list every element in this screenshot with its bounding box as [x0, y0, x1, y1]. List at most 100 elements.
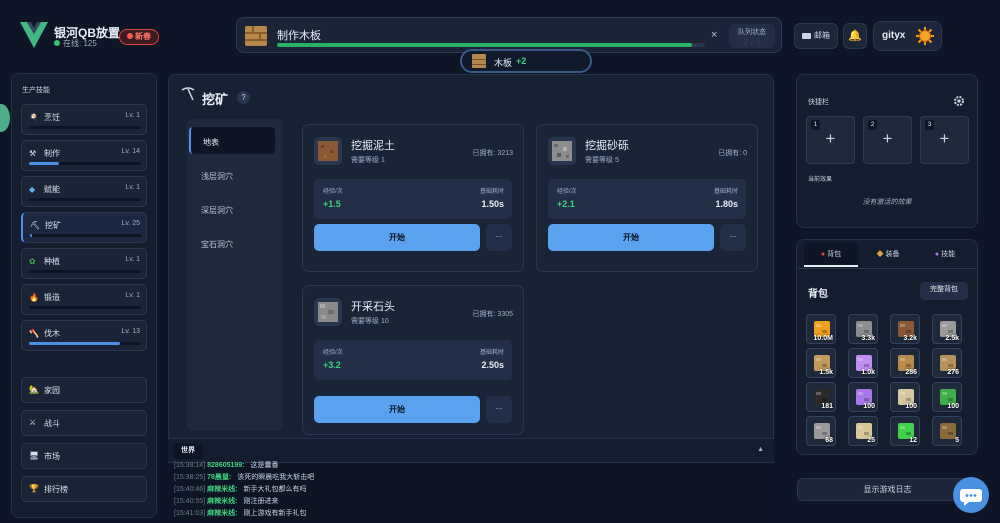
- chat-collapse-icon[interactable]: ▲: [757, 446, 764, 453]
- chat-message: [15:40:46] 麻辣米线: 新手大礼包都么有吗: [174, 484, 306, 494]
- time-label: 基础耗时: [479, 189, 504, 195]
- chat-message: [15:41:03] 麻辣米线: 刚上游戏有新手礼包: [174, 508, 306, 518]
- inventory-slot[interactable]: 2.5k: [932, 314, 962, 344]
- inventory-slot[interactable]: 3.3k: [848, 314, 878, 344]
- nav-label: 家园: [44, 386, 60, 395]
- tab-label: 装备: [885, 251, 900, 258]
- msg-time: [15:40:46]: [174, 486, 206, 493]
- toast-item-qty: +2: [516, 56, 527, 66]
- inventory-slot[interactable]: 3.2k: [890, 314, 920, 344]
- red-dot-icon: [127, 33, 133, 39]
- nav-label: 市场: [44, 452, 60, 461]
- task-close-button[interactable]: ×: [711, 29, 717, 41]
- pickaxe-icon: ⛏: [30, 221, 41, 230]
- area-tab-shallow-cave[interactable]: 浅层洞穴: [189, 161, 275, 188]
- inventory-slot[interactable]: 5: [932, 416, 962, 446]
- more-options-button[interactable]: ...: [720, 224, 746, 251]
- sidebar-item-combat[interactable]: ⚔ 战斗: [21, 410, 147, 436]
- inventory-slot[interactable]: 12: [890, 416, 920, 446]
- area-tab-deep-cave[interactable]: 深层洞穴: [189, 195, 275, 222]
- gem-icon: ◆: [29, 185, 36, 194]
- inventory-slot[interactable]: 276: [932, 348, 962, 378]
- exp-value: +1.5: [323, 199, 341, 209]
- sidebar-item-woodcutting[interactable]: 🪓 伐木 Lv. 13: [21, 320, 147, 351]
- quick-slot-3[interactable]: 3 +: [920, 116, 969, 164]
- area-nav: 地表 浅层洞穴 深层洞穴 宝石洞穴: [187, 119, 283, 431]
- msg-user[interactable]: 828605199:: [207, 462, 244, 469]
- item-quantity: 5: [955, 437, 959, 444]
- tab-equipment[interactable]: ◆ 装备: [861, 243, 915, 267]
- gear-icon[interactable]: [953, 95, 965, 107]
- sidebar-item-farming[interactable]: ✿ 种植 Lv. 1: [21, 248, 147, 279]
- skill-level: Lv. 1: [125, 256, 140, 263]
- full-inventory-button[interactable]: 完整背包: [920, 282, 968, 300]
- tab-label: 技能: [941, 251, 956, 258]
- start-button[interactable]: 开始: [314, 396, 480, 423]
- msg-user[interactable]: 麻辣米线:: [207, 510, 237, 517]
- toast-item-name: 木板: [494, 58, 513, 68]
- sidebar-item-leaderboard[interactable]: 🏆 排行榜: [21, 476, 147, 502]
- inventory-slot[interactable]: 100: [848, 382, 878, 412]
- sidebar-item-smithing[interactable]: 🔥 锻造 Lv. 1: [21, 284, 147, 315]
- queue-status[interactable]: 队列状态 2 / 5: [729, 24, 775, 48]
- quick-slot-1[interactable]: 1 +: [806, 116, 855, 164]
- gravel-icon: [548, 137, 576, 165]
- show-game-log-button[interactable]: 显示游戏日志: [797, 478, 978, 501]
- floating-assistant-handle[interactable]: [0, 104, 10, 132]
- online-label: 在线: 125: [63, 39, 97, 48]
- new-season-label: 新春: [135, 32, 151, 41]
- exp-value: +3.2: [323, 360, 341, 370]
- more-options-button[interactable]: ...: [486, 224, 512, 251]
- skill-label: 锻造: [44, 293, 60, 302]
- user-menu-button[interactable]: gityx: [873, 21, 942, 51]
- quick-slot-2[interactable]: 2 +: [863, 116, 912, 164]
- start-button[interactable]: 开始: [314, 224, 480, 251]
- sidebar-title: 生产技能: [22, 87, 50, 94]
- action-card-dig-dirt: 挖掘泥土 需要等级 1 已拥有: 3213 经验/次 +1.5 基础耗时 1.5…: [302, 124, 524, 272]
- help-button[interactable]: ?: [237, 91, 250, 104]
- inventory-panel: ● 背包 ◆ 装备 ● 技能 背包 完整背包 10.0M 3.3k 3.2k 2.5k…: [796, 239, 978, 455]
- mail-label: 邮箱: [814, 31, 830, 40]
- item-quantity: 2.5k: [945, 335, 959, 342]
- inventory-slot[interactable]: 68: [806, 416, 836, 446]
- area-tab-gem-cave[interactable]: 宝石洞穴: [189, 229, 275, 256]
- inventory-slot[interactable]: 286: [890, 348, 920, 378]
- msg-user[interactable]: 麻辣米线:: [207, 486, 237, 493]
- skill-progress-bar: [29, 162, 141, 165]
- mail-button[interactable]: 邮箱: [794, 23, 838, 49]
- chat-bubble-button[interactable]: [953, 477, 989, 513]
- skill-level: Lv. 1: [125, 112, 140, 119]
- item-quantity: 25: [867, 437, 875, 444]
- sidebar-item-crafting[interactable]: ⚒ 制作 Lv. 14: [21, 140, 147, 171]
- msg-user[interactable]: 78晨鼠:: [207, 474, 231, 481]
- inventory-slot[interactable]: 10.0M: [806, 314, 836, 344]
- sidebar-item-cooking[interactable]: 🍳 烹饪 Lv. 1: [21, 104, 147, 135]
- chat-message: [15:40:55] 麻辣米线: 刚注册进来: [174, 496, 278, 506]
- inventory-slot[interactable]: 181: [806, 382, 836, 412]
- msg-user[interactable]: 麻辣米线:: [207, 498, 237, 505]
- sidebar-item-home[interactable]: 🏡 家园: [21, 377, 147, 403]
- action-owned: 已拥有: 3213: [472, 150, 513, 157]
- item-quantity: 12: [909, 437, 917, 444]
- online-dot-icon: [54, 40, 60, 46]
- new-season-button[interactable]: 新春: [119, 29, 159, 45]
- more-options-button[interactable]: ...: [486, 396, 512, 423]
- action-stats: 经验/次 +1.5 基础耗时 1.50s: [314, 179, 512, 219]
- start-button[interactable]: 开始: [548, 224, 714, 251]
- tab-bag[interactable]: ● 背包: [804, 243, 858, 267]
- sidebar-item-market[interactable]: 🖥 市场: [21, 443, 147, 469]
- inventory-slot[interactable]: 25: [848, 416, 878, 446]
- notification-button[interactable]: 🔔: [843, 23, 867, 49]
- skill-progress-bar: [29, 342, 141, 345]
- inventory-slot[interactable]: 100: [890, 382, 920, 412]
- inventory-slot[interactable]: 1.5k: [806, 348, 836, 378]
- chat-tab-world[interactable]: 世界: [173, 443, 203, 459]
- sidebar-item-enchanting[interactable]: ◆ 赋能 Lv. 1: [21, 176, 147, 207]
- logo-icon: [20, 22, 48, 48]
- chat-panel: 世界 ▲ [15:38:14] 828605199: 这是囊番 [15:38:25]…: [168, 438, 774, 523]
- sidebar-item-mining[interactable]: ⛏ 挖矿 Lv. 25: [21, 212, 147, 243]
- inventory-slot[interactable]: 1.0k: [848, 348, 878, 378]
- inventory-slot[interactable]: 100: [932, 382, 962, 412]
- tab-skills[interactable]: ● 技能: [918, 243, 972, 267]
- area-tab-surface[interactable]: 地表: [189, 127, 275, 154]
